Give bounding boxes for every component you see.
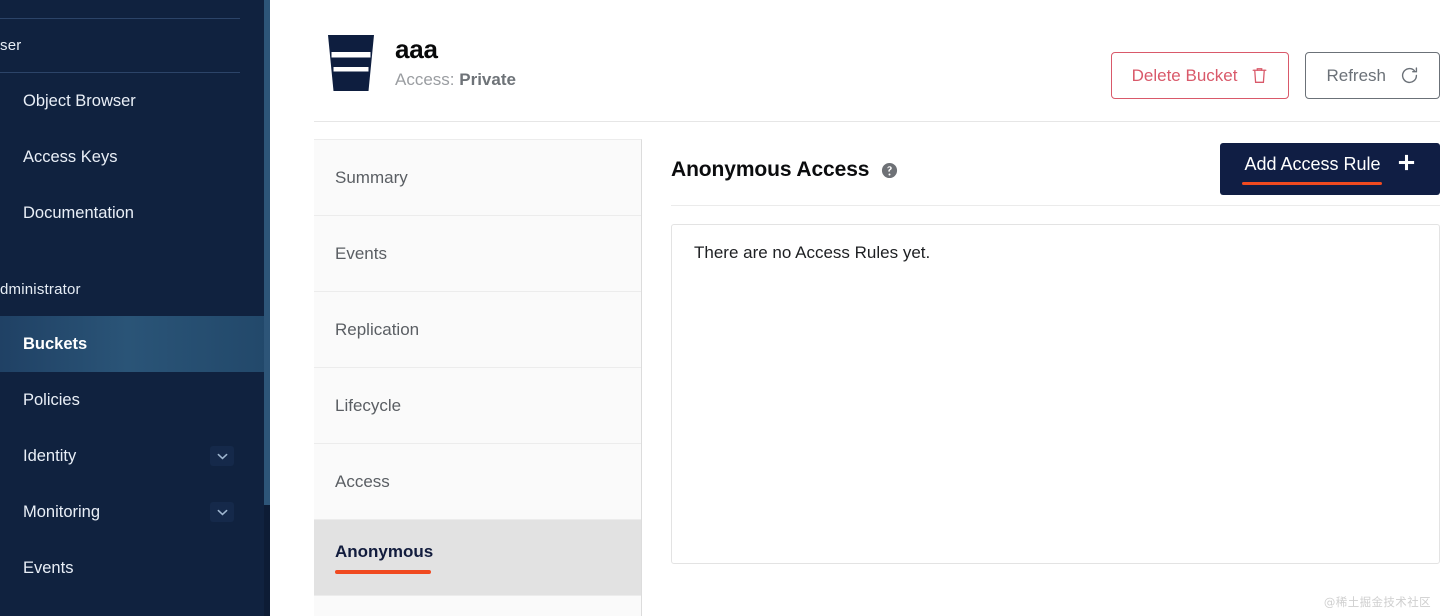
help-icon[interactable] [881,162,898,179]
add-rule-underline [1242,181,1382,186]
content-header: Anonymous Access Add Access Rule [671,139,1440,201]
sidebar-item-buckets[interactable]: Buckets [0,316,270,372]
bucket-access-status: Access: Private [395,70,516,90]
tab-label: Replication [335,319,420,339]
sidebar-item-label: Identity [23,446,77,465]
sidebar-item-label: Monitoring [23,502,101,521]
bucket-identity: aaa Access: Private [325,32,516,94]
tab-next[interactable] [314,596,641,616]
sidebar-item-label: Documentation [23,203,134,222]
sidebar-item-label: Policies [23,390,80,409]
tab-lifecycle[interactable]: Lifecycle [314,368,641,444]
tab-access[interactable]: Access [314,444,641,520]
add-access-rule-button[interactable]: Add Access Rule [1220,143,1440,195]
active-tab-indicator [335,569,431,574]
content-title: Anonymous Access [671,158,870,181]
tab-label: Access [335,471,390,491]
page-title: aaa [395,34,438,65]
tab-label: Summary [335,167,408,187]
sidebar-inner: ser Object Browser Access Keys Documenta… [0,0,270,616]
tab-summary[interactable]: Summary [314,140,641,216]
refresh-icon [1400,66,1419,85]
sidebar-section-user: ser [0,37,22,54]
sidebar-item-label: Object Browser [23,91,136,110]
content-divider [671,205,1440,206]
sidebar-item-label: Buckets [23,334,88,353]
add-access-rule-row: Add Access Rule [1244,153,1415,177]
delete-bucket-button[interactable]: Delete Bucket [1110,52,1290,99]
tab-label: Anonymous [335,541,434,561]
sidebar-item-label: Events [23,558,74,577]
content-pane: Anonymous Access Add Access Rule There a… [642,122,1440,616]
add-access-rule-label: Add Access Rule [1244,154,1381,175]
tab-list: Summary Events Replication Lifecycle Acc… [314,139,642,616]
sidebar-item-documentation[interactable]: Documentation [0,185,270,241]
sidebar-section-administrator: dministrator [0,281,81,298]
empty-state-message: There are no Access Rules yet. [694,243,931,262]
delete-bucket-label: Delete Bucket [1131,65,1238,85]
trash-icon [1251,66,1268,85]
access-label: Access: [395,69,460,89]
sidebar-item-access-keys[interactable]: Access Keys [0,129,270,185]
body-area: Summary Events Replication Lifecycle Acc… [270,122,1440,616]
sidebar-item-object-browser[interactable]: Object Browser [0,73,270,129]
sidebar-item-monitoring[interactable]: Monitoring [0,484,270,540]
refresh-button[interactable]: Refresh [1305,52,1440,99]
tab-label: Lifecycle [335,395,402,415]
sidebar-item-label: Access Keys [23,147,118,166]
header-actions: Delete Bucket Refresh [1110,52,1440,99]
plus-icon [1397,153,1416,177]
page-header: aaa Access: Private Delete Bucket Refres… [270,0,1440,122]
watermark: @稀土掘金技术社区 [1323,595,1431,609]
tab-events[interactable]: Events [314,216,641,292]
tab-label: Events [335,243,387,263]
chevron-down-icon[interactable] [210,446,234,466]
tab-replication[interactable]: Replication [314,292,641,368]
bucket-icon [325,32,377,94]
sidebar: ser Object Browser Access Keys Documenta… [0,0,270,616]
chevron-down-icon[interactable] [210,502,234,522]
access-value: Private [459,69,516,89]
app-root: ser Object Browser Access Keys Documenta… [0,0,1440,616]
refresh-label: Refresh [1326,65,1386,85]
sidebar-item-identity[interactable]: Identity [0,428,270,484]
sidebar-item-policies[interactable]: Policies [0,372,270,428]
access-rules-panel: There are no Access Rules yet. [671,224,1440,564]
sidebar-item-events[interactable]: Events [0,540,270,596]
tab-anonymous[interactable]: Anonymous [314,520,641,596]
bucket-titles: aaa Access: Private [395,36,516,89]
main-content: aaa Access: Private Delete Bucket Refres… [270,0,1440,616]
